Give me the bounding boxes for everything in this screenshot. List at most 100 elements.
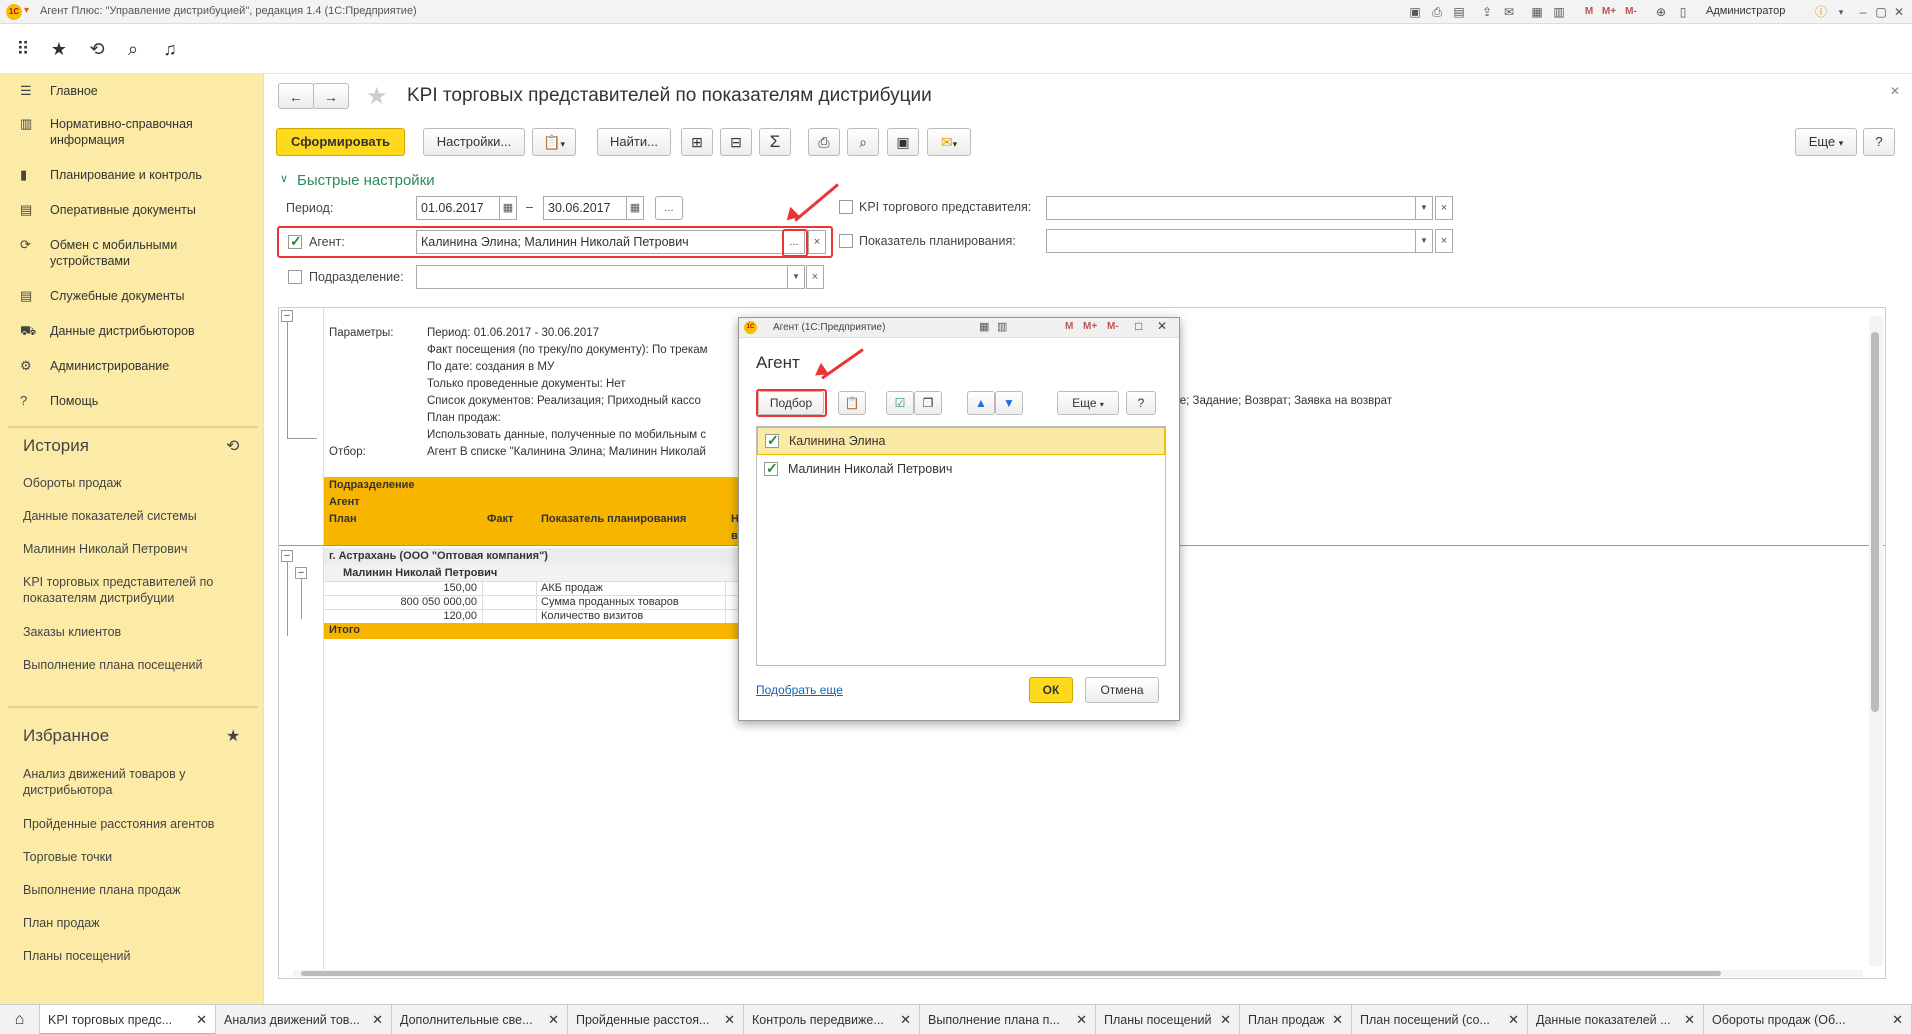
indicator-field[interactable] <box>1046 229 1416 253</box>
settings-button[interactable]: Настройки... <box>423 128 525 156</box>
history-icon[interactable]: ⟲ <box>226 436 239 456</box>
expand-groups-button[interactable]: ⊞ <box>681 128 713 156</box>
print-button[interactable]: ⎙ <box>808 128 840 156</box>
favorite-item[interactable]: Пройденные расстояния агентов <box>23 816 253 832</box>
quick-settings-title[interactable]: Быстрые настройки <box>297 172 435 189</box>
more-button[interactable]: Еще ▾ <box>1795 128 1857 156</box>
indicator-checkbox[interactable] <box>839 234 853 248</box>
back-button[interactable]: ← <box>278 83 314 109</box>
tab-sales-turnover[interactable]: Обороты продаж (Об... ✕ <box>1704 1005 1912 1034</box>
list-item[interactable]: Калинина Элина <box>757 427 1165 455</box>
close-icon[interactable]: ✕ <box>196 1005 207 1033</box>
forward-button[interactable]: → <box>313 83 349 109</box>
variants-button[interactable]: 📋▾ <box>532 128 576 156</box>
print-icon[interactable]: ⎙ <box>1428 3 1446 21</box>
history-item[interactable]: Малинин Николай Петрович <box>23 541 253 557</box>
division-checkbox[interactable] <box>288 270 302 284</box>
move-down-button[interactable]: ▼ <box>995 391 1023 415</box>
history-item[interactable]: Выполнение плана посещений <box>23 657 253 673</box>
close-icon[interactable]: ✕ <box>1892 1005 1903 1034</box>
close-icon[interactable]: ✕ <box>1157 319 1167 333</box>
date-to-field[interactable]: 30.06.2017 <box>543 196 627 220</box>
bell-icon[interactable]: ♫ <box>157 36 183 62</box>
zoom-icon[interactable]: ⊕ <box>1652 3 1670 21</box>
close-icon[interactable]: ✕ <box>724 1005 735 1034</box>
tab-movement-control[interactable]: Контроль передвиже... ✕ <box>744 1005 920 1034</box>
sum-button[interactable]: Σ <box>759 128 791 156</box>
close-icon[interactable]: ✕ <box>1508 1005 1519 1034</box>
favorite-item[interactable]: Анализ движений товаров у дистрибьютора <box>23 766 253 798</box>
agent-field[interactable]: Калинина Элина; Малинин Николай Петрович <box>416 230 784 254</box>
close-icon[interactable]: ✕ <box>548 1005 559 1034</box>
memory-icon[interactable]: M <box>1065 321 1073 332</box>
panels-icon[interactable]: ▯ <box>1674 3 1692 21</box>
close-icon[interactable]: ✕ <box>1684 1005 1695 1034</box>
preview-button[interactable]: ⌕ <box>847 128 879 156</box>
history-item[interactable]: Данные показателей системы <box>23 508 253 524</box>
dialog-more-button[interactable]: Еще ▾ <box>1057 391 1119 415</box>
save-icon[interactable]: ▣ <box>1406 3 1424 21</box>
home-icon[interactable]: ⌂ <box>0 1005 40 1034</box>
date-from-field[interactable]: 01.06.2017 <box>416 196 500 220</box>
favorite-item[interactable]: Планы посещений <box>23 948 253 964</box>
agent-list[interactable]: Калинина Элина Малинин Николай Петрович <box>756 426 1166 666</box>
scroll-thumb[interactable] <box>1871 332 1879 712</box>
chevron-down-icon[interactable]: ▾ <box>24 5 29 16</box>
maximize-icon[interactable]: ▢ <box>1872 3 1890 21</box>
close-icon[interactable]: ✕ <box>1332 1005 1343 1034</box>
tab-visit-plan[interactable]: План посещений (со... ✕ <box>1352 1005 1528 1034</box>
uncheck-all-button[interactable]: ❐ <box>914 391 942 415</box>
tab-additional[interactable]: Дополнительные све... ✕ <box>392 1005 568 1034</box>
tab-visit-plans[interactable]: Планы посещений ✕ <box>1096 1005 1240 1034</box>
preview-icon[interactable]: ▤ <box>1450 3 1468 21</box>
attach-icon[interactable]: ⇪ <box>1478 3 1496 21</box>
tab-kpi[interactable]: KPI торговых предс... ✕ <box>40 1005 216 1034</box>
item-checkbox[interactable] <box>764 460 778 477</box>
close-icon[interactable]: ✕ <box>1076 1005 1087 1034</box>
chevron-down-icon[interactable]: ▼ <box>1415 229 1433 253</box>
apps-grid-icon[interactable]: ⠿ <box>10 36 36 62</box>
move-up-button[interactable]: ▲ <box>967 391 995 415</box>
agent-checkbox[interactable] <box>288 233 302 250</box>
save-button[interactable]: ▣ <box>887 128 919 156</box>
chevron-down-icon[interactable]: ▾ <box>1832 3 1850 21</box>
dialog-help-button[interactable]: ? <box>1126 391 1156 415</box>
maximize-icon[interactable]: □ <box>1135 319 1142 333</box>
clear-icon[interactable]: × <box>1435 229 1453 253</box>
pick-more-link[interactable]: Подобрать еще <box>756 683 843 697</box>
close-icon[interactable]: ✕ <box>900 1005 911 1034</box>
chevron-down-icon[interactable]: ▼ <box>787 265 805 289</box>
history-item[interactable]: Обороты продаж <box>23 475 253 491</box>
kpi-field[interactable] <box>1046 196 1416 220</box>
spreadsheet-icon[interactable]: ▦ <box>1528 3 1546 21</box>
ok-button[interactable]: ОК <box>1029 677 1073 703</box>
favorite-item[interactable]: План продаж <box>23 915 253 931</box>
search-icon[interactable]: ⌕ <box>120 36 146 62</box>
calendar-icon[interactable]: ▥ <box>1550 3 1568 21</box>
history-item[interactable]: Заказы клиентов <box>23 624 253 640</box>
calendar-icon[interactable]: ▦ <box>626 196 644 220</box>
memory-minus-icon[interactable]: M- <box>1107 321 1119 332</box>
user-name[interactable]: Администратор <box>1706 5 1785 17</box>
chevron-down-icon[interactable]: ▼ <box>1415 196 1433 220</box>
history-item[interactable]: KPI торговых представителей по показател… <box>23 574 253 606</box>
collapse-groups-button[interactable]: ⊟ <box>720 128 752 156</box>
division-field[interactable] <box>416 265 788 289</box>
mail-icon[interactable]: ✉ <box>1500 3 1518 21</box>
memory-icon[interactable]: M <box>1580 3 1598 21</box>
favorite-item[interactable]: Выполнение плана продаж <box>23 882 253 898</box>
favorite-star-icon[interactable]: ★ <box>366 82 388 111</box>
star-icon[interactable]: ★ <box>226 726 240 746</box>
paste-button[interactable]: 📋 <box>838 391 866 415</box>
kpi-checkbox[interactable] <box>839 200 853 214</box>
item-checkbox[interactable] <box>765 432 779 449</box>
chevron-down-icon[interactable]: ∨ <box>280 172 288 185</box>
memory-plus-icon[interactable]: M+ <box>1600 3 1618 21</box>
help-button[interactable]: ? <box>1863 128 1895 156</box>
check-all-button[interactable]: ☑ <box>886 391 914 415</box>
cancel-button[interactable]: Отмена <box>1085 677 1159 703</box>
close-icon[interactable]: ✕ <box>372 1005 383 1034</box>
clear-icon[interactable]: × <box>808 230 826 254</box>
close-icon[interactable]: ✕ <box>1890 3 1908 21</box>
collapse-icon[interactable]: – <box>281 310 293 322</box>
